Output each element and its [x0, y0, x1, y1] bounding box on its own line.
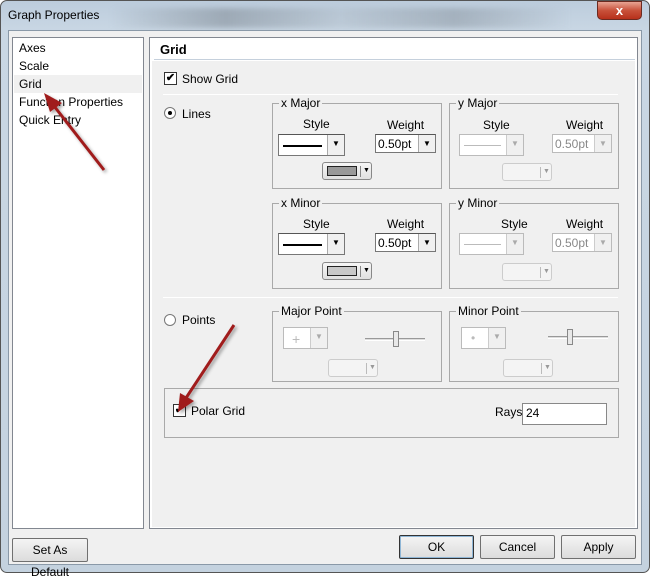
- arrow-head: [44, 93, 62, 112]
- annotation-arrows: [44, 93, 236, 412]
- arrow-line: [184, 324, 236, 399]
- arrow-line: [52, 105, 106, 171]
